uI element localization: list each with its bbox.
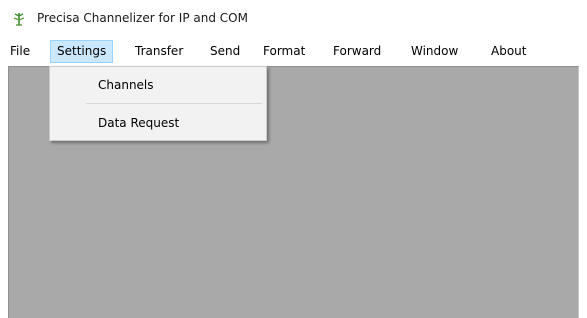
menu-bar: File Settings Transfer Send Format Forwa…	[0, 37, 587, 66]
menu-settings[interactable]: Settings	[50, 40, 114, 63]
title-bar[interactable]: Precisa Channelizer for IP and COM	[0, 0, 587, 36]
menu-separator	[86, 103, 262, 104]
menu-forward[interactable]: Forward	[327, 40, 387, 63]
window-title: Precisa Channelizer for IP and COM	[37, 11, 248, 25]
menu-transfer[interactable]: Transfer	[129, 40, 189, 63]
menu-item-channels[interactable]: Channels	[52, 71, 264, 99]
menu-file[interactable]: File	[4, 40, 36, 63]
menu-window[interactable]: Window	[405, 40, 464, 63]
app-window: Precisa Channelizer for IP and COM File …	[0, 0, 587, 318]
menu-item-data-request[interactable]: Data Request	[52, 109, 264, 137]
settings-dropdown-menu: Channels Data Request	[49, 66, 267, 141]
menu-about[interactable]: About	[485, 40, 532, 63]
menu-format[interactable]: Format	[257, 40, 311, 63]
menu-send[interactable]: Send	[204, 40, 246, 63]
app-sprout-icon	[12, 12, 26, 26]
